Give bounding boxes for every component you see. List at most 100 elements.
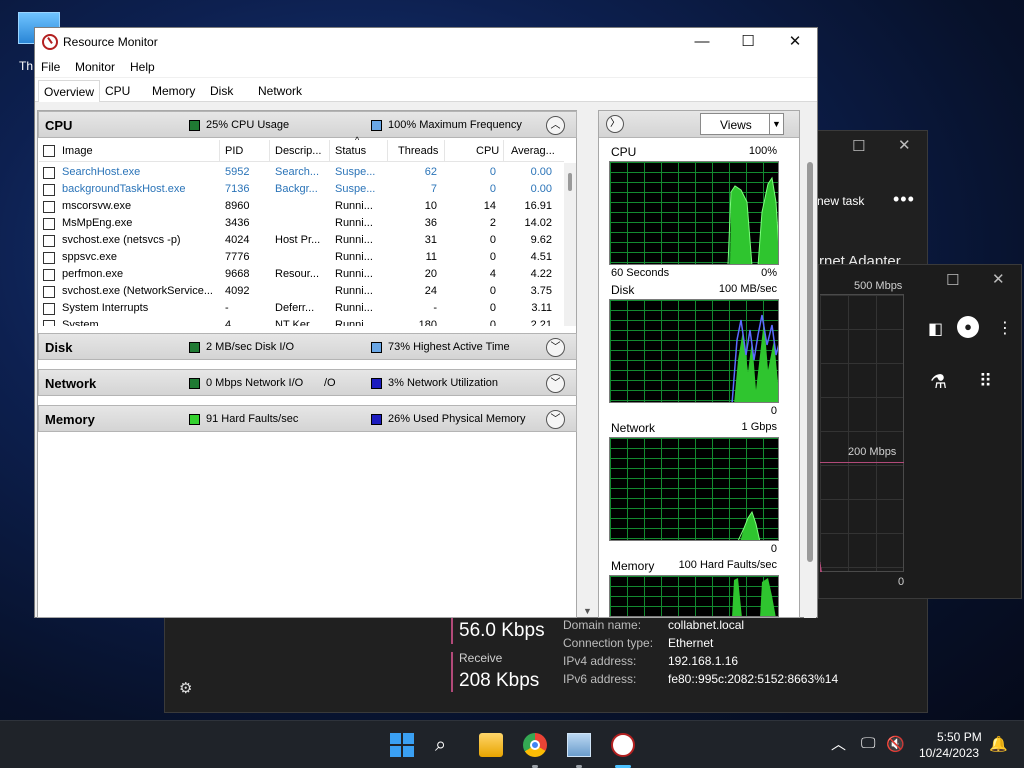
scrollbar-thumb[interactable] [568, 173, 572, 191]
tab-cpu[interactable]: CPU [105, 84, 130, 98]
disk-io-trace [731, 314, 778, 402]
column-divider[interactable] [329, 140, 330, 162]
column-threads[interactable]: Threads [398, 145, 438, 157]
table-row[interactable]: System 4 NT Ker... Runni... 180 0 2.21 [39, 318, 564, 326]
cell-pid: 4 [225, 319, 232, 326]
network-utilization-stat: 3% Network Utilization [388, 377, 499, 389]
network-status-icon[interactable]: 🖵 [861, 735, 875, 752]
column-divider[interactable] [444, 140, 445, 162]
graph-send-line [820, 414, 830, 572]
table-row[interactable]: perfmon.exe 9668 Resour... Runni... 20 4 4.22 [39, 267, 564, 284]
labs-flask-icon[interactable]: ⚗ [930, 371, 947, 394]
row-checkbox[interactable] [43, 320, 55, 326]
performance-monitor-icon[interactable] [567, 733, 591, 757]
task-manager-close-icon[interactable]: ✕ [898, 136, 911, 154]
cpu-graph-min: 0% [761, 267, 777, 279]
menu-file[interactable]: File [41, 60, 60, 74]
disk-section-header[interactable]: Disk 2 MB/sec Disk I/O 73% Highest Activ… [38, 333, 577, 360]
table-row[interactable]: backgroundTaskHost.exe 7136 Backgr... Suspe… [39, 182, 564, 199]
expand-chevron-down-icon[interactable]: ﹀ [546, 410, 565, 429]
row-checkbox[interactable] [43, 235, 55, 247]
column-status[interactable]: Status [335, 145, 366, 157]
scroll-down-arrow-icon[interactable]: ▼ [583, 606, 592, 616]
memory-section-header[interactable]: Memory 91 Hard Faults/sec 26% Used Physi… [38, 405, 577, 432]
column-divider[interactable] [219, 140, 220, 162]
volume-muted-icon[interactable]: 🔇 [886, 735, 905, 753]
network-graph-max: 1 Gbps [741, 421, 777, 433]
column-description[interactable]: Descrip... [275, 145, 321, 157]
collapse-graphs-arrow-icon[interactable]: 〉 [606, 115, 624, 133]
column-average-cpu[interactable]: Averag... [511, 145, 555, 157]
chrome-icon[interactable] [523, 733, 547, 757]
minimize-button[interactable]: — [679, 31, 725, 53]
row-checkbox[interactable] [43, 201, 55, 213]
more-options-icon[interactable]: ••• [893, 189, 915, 210]
row-checkbox[interactable] [43, 252, 55, 264]
views-dropdown[interactable]: Views ▼ [700, 113, 784, 135]
network-section-header[interactable]: Network 0 Mbps Network I/O /O 3% Network… [38, 369, 577, 396]
table-row[interactable]: sppsvc.exe 7776 Runni... 11 0 4.51 [39, 250, 564, 267]
clock-time[interactable]: 5:50 PM [937, 730, 982, 744]
tab-memory[interactable]: Memory [152, 84, 195, 98]
menu-help[interactable]: Help [130, 60, 155, 74]
apps-grid-icon[interactable]: ⠿ [979, 371, 992, 392]
cpu-section-header[interactable]: CPU 25% CPU Usage 100% Maximum Frequency… [38, 111, 577, 138]
start-windows-icon[interactable] [390, 733, 414, 757]
secondary-close-icon[interactable]: ✕ [992, 270, 1005, 288]
layout-icon[interactable]: ◧ [928, 319, 943, 339]
expand-chevron-down-icon[interactable]: ﹀ [546, 338, 565, 357]
row-checkbox[interactable] [43, 167, 55, 179]
table-row[interactable]: MsMpEng.exe 3436 Runni... 36 2 14.02 [39, 216, 564, 233]
column-pid[interactable]: PID [225, 145, 243, 157]
collapse-chevron-up-icon[interactable]: ︿ [546, 116, 565, 135]
column-divider[interactable] [269, 140, 270, 162]
scrollbar-thumb[interactable] [807, 162, 813, 562]
detail-key: Connection type: [563, 636, 654, 650]
settings-gear-icon[interactable]: ⚙ [179, 679, 192, 697]
physical-memory-swatch [371, 414, 382, 425]
title-bar[interactable]: Resource Monitor — ☐ ✕ [35, 28, 817, 57]
search-icon[interactable]: ⌕ [435, 733, 459, 757]
network-graph-title: Network [611, 421, 656, 435]
table-row[interactable]: svchost.exe (netsvcs -p) 4024 Host Pr... Ru… [39, 233, 564, 250]
tab-overview[interactable]: Overview [38, 80, 101, 102]
tab-disk[interactable]: Disk [210, 84, 233, 98]
resource-monitor-taskbar-icon[interactable] [611, 733, 635, 757]
column-cpu[interactable]: CPU [476, 145, 499, 157]
row-checkbox[interactable] [43, 218, 55, 230]
run-new-task-button[interactable]: new task [817, 194, 864, 208]
graphs-scrollbar[interactable] [804, 138, 816, 618]
table-row[interactable]: System Interrupts - Deferr... Runni... - 0 3.1… [39, 301, 564, 318]
taskbar: ⌕ ︿ 🖵 🔇 5:50 PM 10/24/2023 🔔 [0, 720, 1024, 768]
tab-network[interactable]: Network [258, 84, 302, 98]
notifications-bell-icon[interactable]: 🔔 [989, 735, 1008, 753]
row-checkbox[interactable] [43, 303, 55, 315]
profile-icon[interactable]: ● [957, 316, 979, 338]
row-checkbox[interactable] [43, 184, 55, 196]
table-row[interactable]: SearchHost.exe 5952 Search... Suspe... 62 0 0.… [39, 165, 564, 182]
show-hidden-icons-chevron-icon[interactable]: ︿ [831, 733, 846, 754]
task-manager-maximize-icon[interactable]: ☐ [852, 137, 865, 155]
row-checkbox[interactable] [43, 286, 55, 298]
clock-date[interactable]: 10/24/2023 [919, 746, 979, 760]
table-row[interactable]: svchost.exe (NetworkService... 4092 Runni.… [39, 284, 564, 301]
row-checkbox[interactable] [43, 269, 55, 281]
column-divider[interactable] [387, 140, 388, 162]
column-divider[interactable] [503, 140, 504, 162]
maximize-button[interactable]: ☐ [725, 31, 771, 53]
cell-threads: 20 [424, 268, 437, 280]
memory-graph-max: 100 Hard Faults/sec [678, 559, 777, 571]
cpu-table-scrollbar[interactable] [564, 163, 576, 326]
table-row[interactable]: mscorsvw.exe 8960 Runni... 10 14 16.91 [39, 199, 564, 216]
dropdown-arrow-icon[interactable]: ▼ [769, 114, 783, 134]
cell-avg: 0.00 [530, 166, 552, 178]
select-all-checkbox[interactable] [43, 145, 55, 157]
menu-monitor[interactable]: Monitor [75, 60, 115, 74]
kebab-menu-icon[interactable]: ⋮ [997, 318, 1013, 338]
secondary-maximize-icon[interactable]: ☐ [946, 271, 959, 289]
close-button[interactable]: ✕ [772, 31, 818, 53]
file-explorer-icon[interactable] [479, 733, 503, 757]
cell-status: Runni... [335, 302, 373, 314]
column-image[interactable]: Image [62, 145, 93, 157]
expand-chevron-down-icon[interactable]: ﹀ [546, 374, 565, 393]
